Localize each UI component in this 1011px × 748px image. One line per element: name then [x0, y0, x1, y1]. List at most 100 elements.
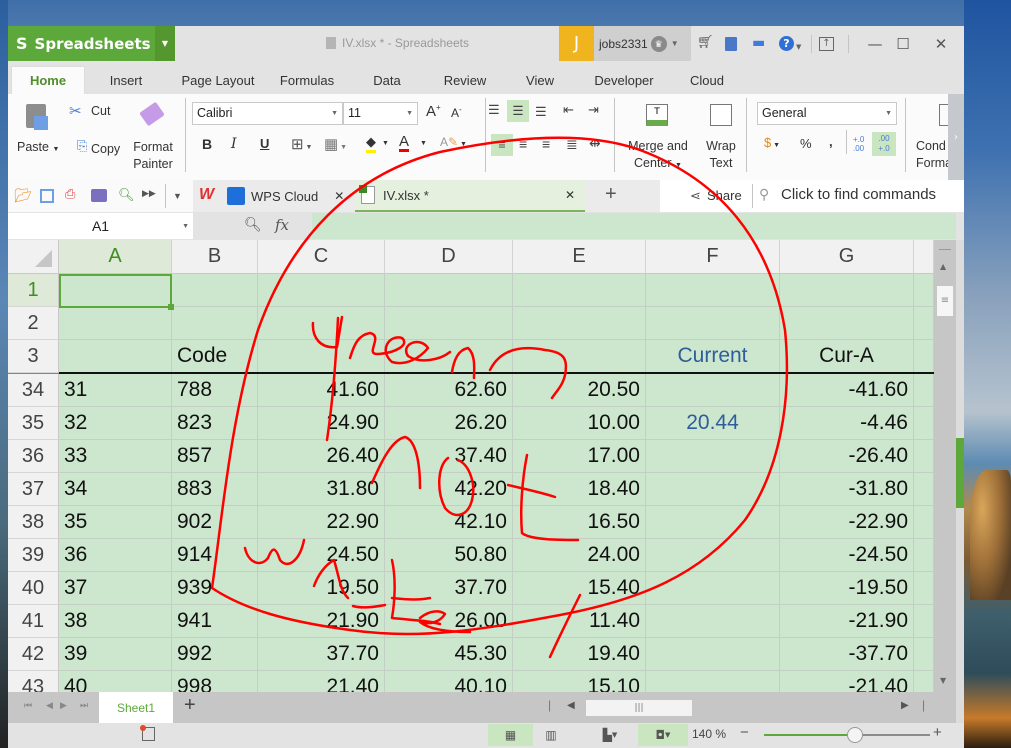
cell-f43[interactable]	[646, 671, 780, 692]
cell-a43[interactable]: 40	[59, 671, 172, 692]
cell-h41-partial[interactable]	[914, 605, 934, 638]
cell-h42-partial[interactable]	[914, 638, 934, 671]
format-painter-button[interactable]: Format Painter	[129, 139, 177, 173]
help-dropdown-icon[interactable]: ▼	[796, 39, 801, 55]
cell-g38[interactable]: -22.90	[780, 506, 914, 539]
row-header-3[interactable]: 3	[8, 340, 59, 373]
distributed-icon[interactable]: ⇹	[589, 135, 601, 152]
cell-a2[interactable]	[59, 307, 172, 340]
increase-indent-icon[interactable]: ⇥	[588, 102, 599, 118]
decrease-indent-icon[interactable]: ⇤	[563, 102, 574, 118]
row-header-43[interactable]: 43	[8, 671, 59, 692]
user-account-button[interactable]: jobs2331 ♛ ▼	[594, 26, 691, 61]
cell-c43[interactable]: 21.40	[258, 671, 385, 692]
cell-c3[interactable]	[258, 340, 385, 373]
cell-a39[interactable]: 36	[59, 539, 172, 572]
cell-f42[interactable]	[646, 638, 780, 671]
app-menu-dropdown-icon[interactable]: ▼	[155, 26, 175, 61]
cell-e36[interactable]: 17.00	[513, 440, 646, 473]
fill-handle[interactable]	[168, 304, 174, 310]
first-sheet-icon[interactable]: ⏮	[24, 700, 32, 711]
row-header-38[interactable]: 38	[8, 506, 59, 539]
close-tab-icon[interactable]: ✕	[565, 188, 575, 202]
scroll-left-icon[interactable]: ◀	[567, 700, 575, 711]
cell-h36-partial[interactable]	[914, 440, 934, 473]
cell-d38[interactable]: 42.10	[385, 506, 513, 539]
cell-b38[interactable]: 902	[172, 506, 258, 539]
cell-b39[interactable]: 914	[172, 539, 258, 572]
increase-font-icon[interactable]: A+	[426, 103, 441, 120]
cell-a37[interactable]: 34	[59, 473, 172, 506]
cell-h37-partial[interactable]	[914, 473, 934, 506]
ribbon-scroll-right-button[interactable]: ›	[948, 94, 964, 180]
cell-d42[interactable]: 45.30	[385, 638, 513, 671]
cell-f37[interactable]	[646, 473, 780, 506]
tab-view[interactable]: View	[520, 66, 560, 94]
page-break-view-button[interactable]: ▥	[536, 724, 566, 746]
cell-a40[interactable]: 37	[59, 572, 172, 605]
row-header-37[interactable]: 37	[8, 473, 59, 506]
message-icon[interactable]: ▬	[752, 35, 765, 51]
cell-b41[interactable]: 941	[172, 605, 258, 638]
cell-f36[interactable]	[646, 440, 780, 473]
cell-g36[interactable]: -26.40	[780, 440, 914, 473]
scroll-down-icon[interactable]: ▼	[940, 676, 946, 685]
export-pdf-icon[interactable]: ⎙	[65, 186, 75, 202]
zoom-in-button[interactable]: +	[933, 724, 942, 741]
column-header-b[interactable]: B	[172, 240, 258, 274]
currency-format-icon[interactable]: $ ▼	[764, 135, 780, 150]
cell-e34[interactable]: 20.50	[513, 374, 646, 407]
cell-f2[interactable]	[646, 307, 780, 340]
cell-h39-partial[interactable]	[914, 539, 934, 572]
minimize-button[interactable]: —	[862, 32, 888, 56]
cell-b42[interactable]: 992	[172, 638, 258, 671]
font-name-select[interactable]: Calibri ▼	[192, 102, 343, 125]
cell-c2[interactable]	[258, 307, 385, 340]
cell-c34[interactable]: 41.60	[258, 374, 385, 407]
cell-h40-partial[interactable]	[914, 572, 934, 605]
tab-formulas[interactable]: Formulas	[274, 66, 340, 94]
cell-f35[interactable]: 20.44	[646, 407, 780, 440]
cell-b2[interactable]	[172, 307, 258, 340]
normal-view-button[interactable]: ▦	[488, 724, 533, 746]
cell-d39[interactable]: 50.80	[385, 539, 513, 572]
cell-g1[interactable]	[780, 274, 914, 307]
select-all-button[interactable]	[8, 240, 59, 274]
row-header-1[interactable]: 1	[8, 274, 59, 307]
tab-home[interactable]: Home	[11, 66, 85, 94]
align-right-icon[interactable]: ≡	[542, 136, 550, 152]
spreadsheet-grid[interactable]: A B C D E F G 1 2 3 Code Current Cur-A 34 31 788 41.60 62…	[8, 240, 934, 692]
cell-f34[interactable]	[646, 374, 780, 407]
tab-iv-xlsx[interactable]: IV.xlsx * ✕	[355, 180, 585, 212]
cell-a36[interactable]: 33	[59, 440, 172, 473]
column-header-a[interactable]: A	[59, 240, 172, 274]
new-tab-button[interactable]: +	[605, 183, 617, 206]
align-middle-icon[interactable]: ☰	[507, 100, 529, 122]
cell-f38[interactable]	[646, 506, 780, 539]
horizontal-scroll-thumb[interactable]: |||	[586, 700, 692, 716]
cell-c37[interactable]: 31.80	[258, 473, 385, 506]
cell-e1[interactable]	[513, 274, 646, 307]
cell-a41[interactable]: 38	[59, 605, 172, 638]
align-left-icon[interactable]: ≡	[491, 134, 513, 156]
copy-button[interactable]: Copy	[91, 142, 120, 156]
upload-icon[interactable]: ↑	[819, 37, 834, 51]
row-header-2[interactable]: 2	[8, 307, 59, 340]
percent-icon[interactable]: %	[800, 136, 812, 151]
cell-f1[interactable]	[646, 274, 780, 307]
side-panel-toggle[interactable]	[956, 438, 964, 508]
tab-cloud[interactable]: Cloud	[686, 66, 728, 94]
open-folder-icon[interactable]: 📂︎	[14, 187, 32, 204]
cell-e38[interactable]: 16.50	[513, 506, 646, 539]
tab-data[interactable]: Data	[364, 66, 410, 94]
paste-button[interactable]: Paste ▼	[17, 140, 59, 154]
wrap-text-button[interactable]: Wrap Text	[703, 138, 739, 172]
formula-input[interactable]	[312, 213, 956, 239]
clear-format-icon[interactable]: A✎ ▼	[440, 135, 467, 149]
cell-c42[interactable]: 37.70	[258, 638, 385, 671]
increase-decimal-icon[interactable]: +.0.00	[853, 135, 864, 153]
find-commands-input[interactable]: Click to find commands	[781, 186, 936, 203]
font-color-icon[interactable]: A	[399, 134, 410, 152]
cell-a3[interactable]	[59, 340, 172, 373]
add-sheet-button[interactable]: +	[184, 694, 196, 717]
